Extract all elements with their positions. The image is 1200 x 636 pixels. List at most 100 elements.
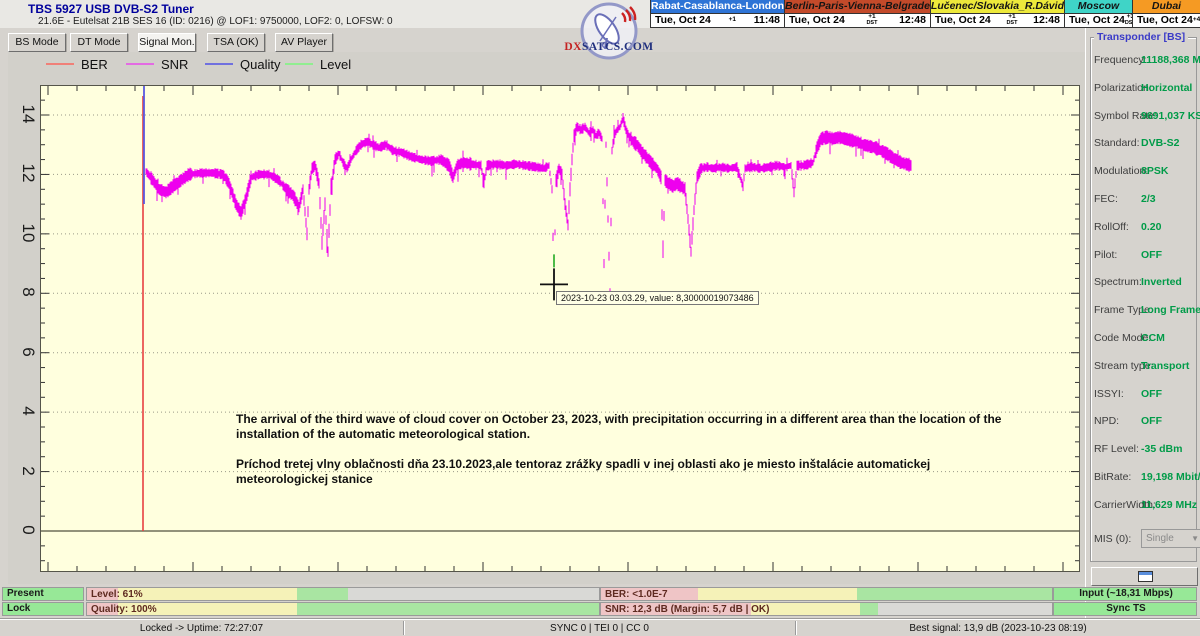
clock-4: MoscowTue, Oct 24+3DST14:48 [1064, 0, 1132, 28]
y-axis-label-2: 2 [16, 459, 40, 483]
bar-segment [348, 588, 599, 600]
clock-time: Tue, Oct 24+1DST12:48 [785, 14, 930, 28]
level-bar: Level: 61% [86, 587, 600, 601]
tp-label-0: Frequency: [1094, 54, 1147, 66]
logo-text: DXSATCS.COM [564, 41, 654, 53]
signal-monitor-chart: BERSNRQualityLevel 02468101214 The arriv… [8, 52, 1085, 584]
quality-bar-label: Quality: 100% [91, 603, 157, 616]
tp-value-8: Inverted [1141, 276, 1182, 288]
chevron-down-icon: ▼ [1191, 534, 1199, 543]
tuner-app-window: TBS 5927 USB DVB-S2 Tuner 21.6E - Eutels… [0, 0, 1200, 636]
tab-dt-mode[interactable]: DT Mode [70, 33, 128, 52]
tp-label-13: NPD: [1094, 415, 1119, 427]
tp-label-6: RollOff: [1094, 221, 1129, 233]
legend-label: SNR [161, 57, 188, 72]
tp-value-11: Transport [1141, 360, 1189, 372]
tab-signal-mon-[interactable]: Signal Mon. [138, 33, 196, 52]
clock-city-label: Dubai [1133, 0, 1200, 14]
mis-label: MIS (0): [1094, 533, 1131, 545]
tp-label-7: Pilot: [1094, 249, 1117, 261]
legend-label: BER [81, 57, 108, 72]
level-bar-label: Level: 61% [91, 588, 143, 601]
bar-segment [857, 588, 1052, 600]
legend-label: Quality [240, 57, 280, 72]
window-icon [1138, 571, 1153, 582]
clock-time: Tue, Oct 24+111:48 [651, 14, 784, 28]
tp-value-12: OFF [1141, 388, 1162, 400]
clock-time: Tue, Oct 24+1DST12:48 [931, 14, 1064, 28]
legend-item-ber: BER [46, 56, 108, 72]
tp-value-0: 11188,368 MHz [1141, 54, 1200, 66]
legend-label: Level [320, 57, 351, 72]
clock-time: Tue, Oct 24+414:48 [1133, 14, 1200, 28]
y-axis-label-0: 0 [16, 518, 40, 542]
tp-value-9: Long Frame [1141, 304, 1200, 316]
legend-item-quality: Quality [205, 56, 280, 72]
tp-value-7: OFF [1141, 249, 1162, 261]
input-badge: Input (~18,31 Mbps) [1053, 587, 1197, 601]
bar-segment [698, 588, 857, 600]
lock-badge: Lock [2, 602, 84, 616]
quality-bar: Quality: 100% [86, 602, 600, 616]
statusbar-best-signal: Best signal: 13,9 dB (2023-10-23 08:19) [796, 619, 1200, 636]
clock-5: DubaiTue, Oct 24+414:48 [1132, 0, 1200, 28]
annotation-english: The arrival of the third wave of cloud c… [236, 412, 1002, 442]
tp-label-15: BitRate: [1094, 471, 1131, 483]
tab-bs-mode[interactable]: BS Mode [8, 33, 66, 52]
world-clocks: Rabat-Casablanca-LondonTue, Oct 24+111:4… [650, 0, 1200, 28]
legend-swatch [285, 63, 313, 65]
clock-city-label: Moscow [1065, 0, 1132, 14]
tp-label-14: RF Level: [1094, 443, 1139, 455]
tab-tsa-ok-[interactable]: TSA (OK) [207, 33, 265, 52]
tp-value-10: CCM [1141, 332, 1165, 344]
tp-value-5: 2/3 [1141, 193, 1156, 205]
clock-time: Tue, Oct 24+3DST14:48 [1065, 14, 1132, 28]
panel-bottom-button[interactable] [1091, 567, 1198, 586]
sync-ts-badge: Sync TS [1053, 602, 1197, 616]
tp-label-8: Spectrum: [1094, 276, 1142, 288]
mis-dropdown[interactable]: Single ▼ [1141, 529, 1200, 548]
chart-annotation: The arrival of the third wave of cloud c… [236, 412, 1002, 502]
statusbar-sync: SYNC 0 | TEI 0 | CC 0 [404, 619, 795, 636]
legend-item-level: Level [285, 56, 351, 72]
legend-swatch [46, 63, 74, 65]
tp-value-13: OFF [1141, 415, 1162, 427]
mis-selected-value: Single [1146, 533, 1174, 544]
tp-value-1: Horizontal [1141, 82, 1192, 94]
bar-segment [878, 603, 1052, 615]
y-axis-label-8: 8 [16, 280, 40, 304]
ber-bar-label: BER: <1.0E-7 [605, 588, 668, 601]
snr-trace [146, 113, 911, 298]
bar-segment [297, 603, 599, 615]
satellite-subtitle: 21.6E - Eutelsat 21B SES 16 (ID: 0216) @… [38, 16, 393, 27]
snr-bar-label: SNR: 12,3 dB (Margin: 5,7 dB | OK) [605, 603, 769, 616]
y-axis-label-6: 6 [16, 340, 40, 364]
snr-bar: SNR: 12,3 dB (Margin: 5,7 dB | OK) [600, 602, 1053, 616]
clock-3: Lučenec/Slovakia_R.DávidTue, Oct 24+1DST… [930, 0, 1064, 28]
legend-swatch [205, 63, 233, 65]
y-axis-label-10: 10 [16, 221, 40, 245]
transponder-panel: Transponder [BS] Frequency:11188,368 MHz… [1085, 28, 1200, 636]
clock-1: Rabat-Casablanca-LondonTue, Oct 24+111:4… [650, 0, 784, 28]
legend-item-snr: SNR [126, 56, 188, 72]
bar-segment [118, 588, 297, 600]
tp-value-4: 8PSK [1141, 165, 1168, 177]
tp-value-14: -35 dBm [1141, 443, 1182, 455]
y-axis-label-12: 12 [16, 161, 40, 185]
present-badge: Present [2, 587, 84, 601]
clock-city-label: Berlin-Paris-Vienna-Belgrade [785, 0, 930, 14]
annotation-slovak: Príchod tretej vlny oblačnosti dňa 23.10… [236, 457, 1002, 487]
satellite-dish-icon [578, 1, 640, 63]
clock-city-label: Lučenec/Slovakia_R.Dávid [931, 0, 1064, 14]
tp-value-6: 0.20 [1141, 221, 1161, 233]
tp-value-2: 9691,037 KS/s [1141, 110, 1200, 122]
clock-city-label: Rabat-Casablanca-London [651, 0, 784, 14]
tp-label-3: Standard: [1094, 137, 1140, 149]
tab-av-player[interactable]: AV Player [275, 33, 333, 52]
tp-label-5: FEC: [1094, 193, 1118, 205]
tp-value-15: 19,198 Mbit/s [1141, 471, 1200, 483]
dxsatcs-logo: DXSATCS.COM [578, 1, 640, 63]
y-axis-label-14: 14 [16, 102, 40, 126]
legend-swatch [126, 63, 154, 65]
clock-2: Berlin-Paris-Vienna-BelgradeTue, Oct 24+… [784, 0, 930, 28]
